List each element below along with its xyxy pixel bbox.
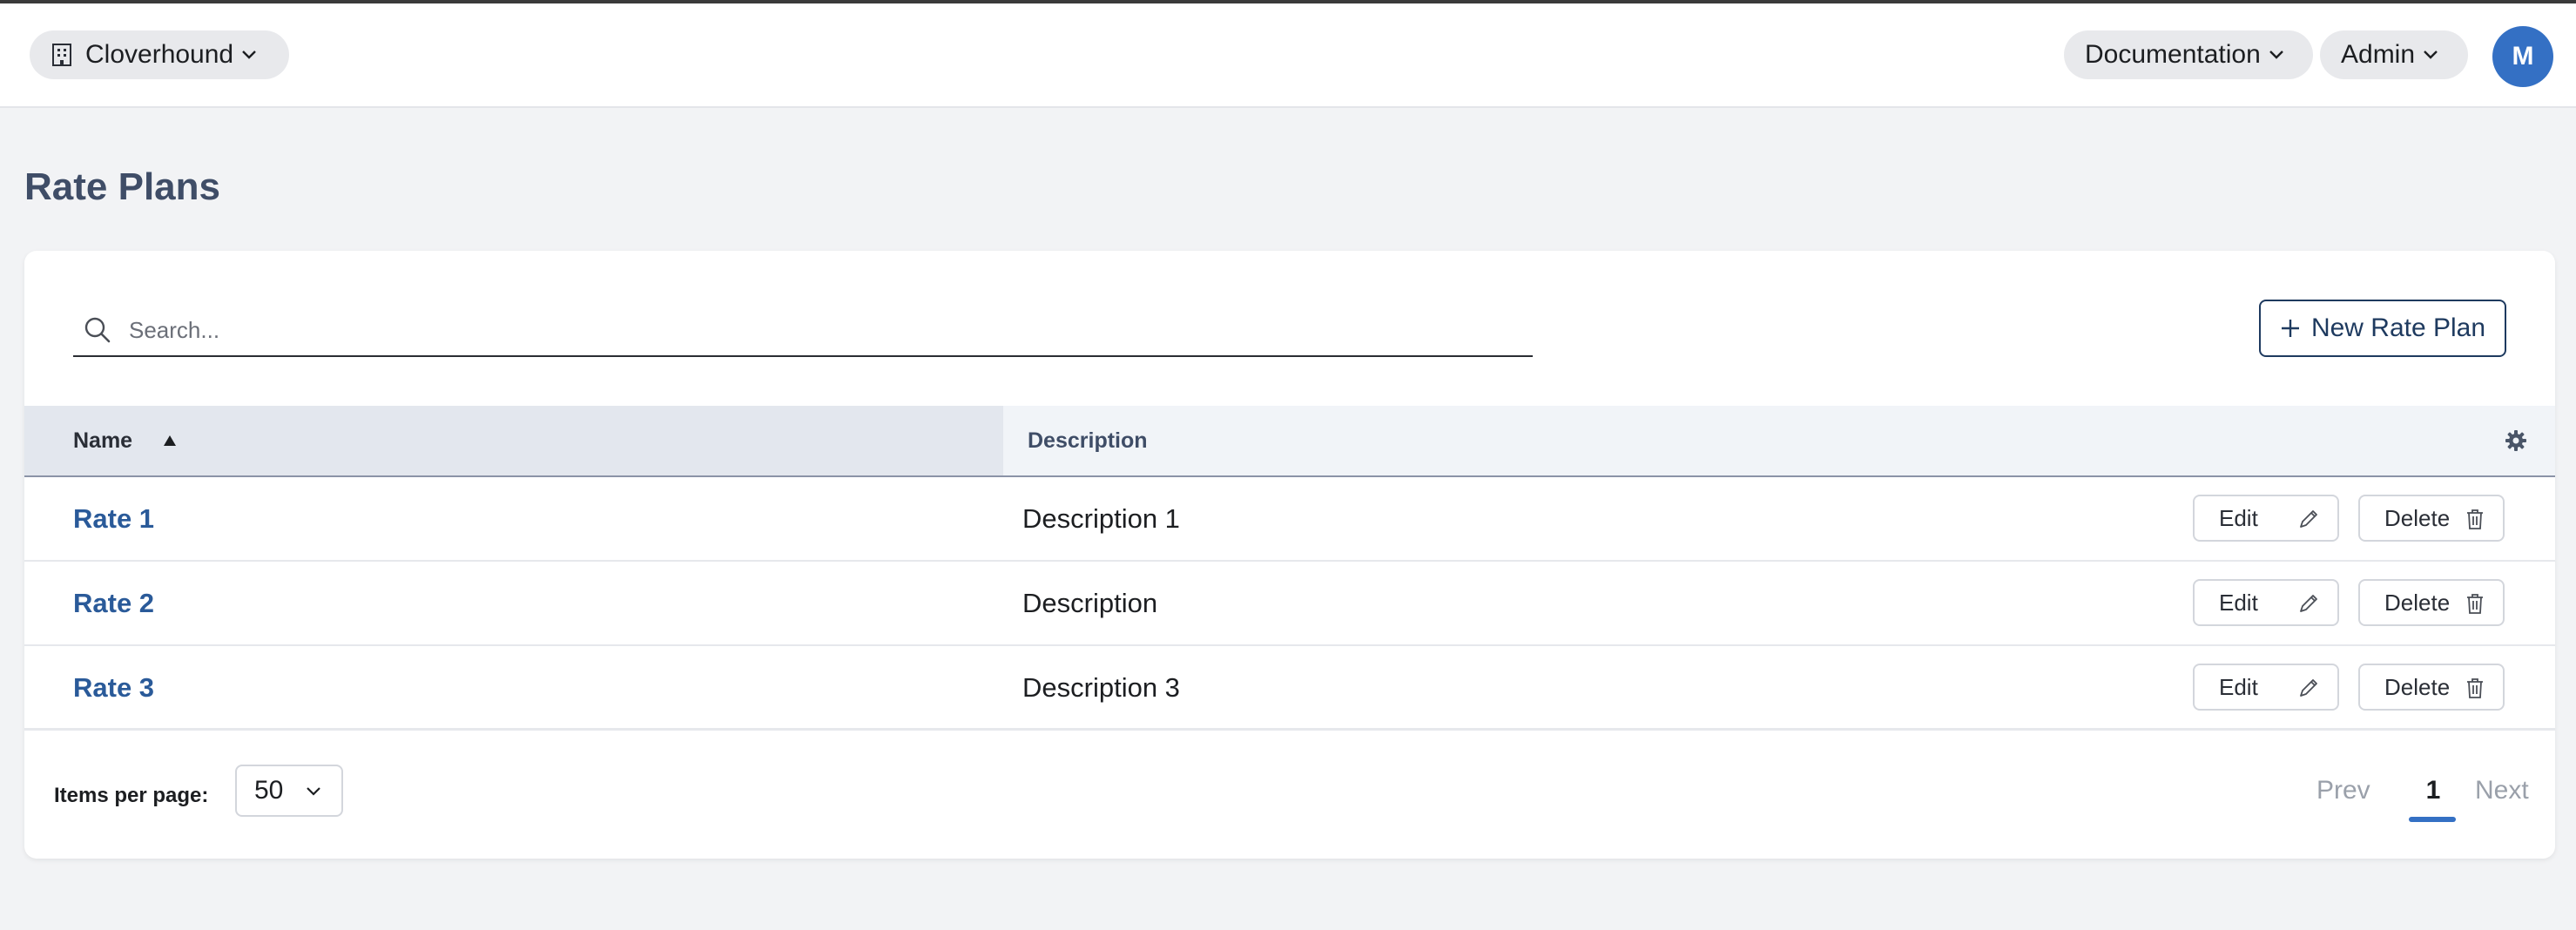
pagination-next[interactable]: Next [2475, 766, 2529, 815]
current-page-indicator [2409, 817, 2456, 822]
items-per-page-value: 50 [254, 776, 284, 805]
documentation-label: Documentation [2085, 40, 2261, 69]
trash-icon [2467, 509, 2483, 529]
org-name: Cloverhound [85, 40, 234, 69]
edit-button[interactable]: Edit [2193, 495, 2339, 542]
column-header-name-label: Name [73, 428, 133, 453]
new-rate-plan-button[interactable]: New Rate Plan [2259, 300, 2506, 357]
delete-button[interactable]: Delete [2358, 495, 2505, 542]
admin-menu[interactable]: Admin [2320, 30, 2468, 79]
admin-label: Admin [2341, 40, 2416, 69]
gear-icon[interactable] [2505, 429, 2527, 452]
table-row: Rate 1 Description 1 Edit Delete [24, 477, 2555, 562]
search-icon [84, 317, 111, 343]
chevron-down-icon [307, 787, 320, 796]
table-header: Name Description [24, 406, 2555, 477]
items-per-page-select[interactable]: 50 [235, 765, 343, 817]
sort-ascending-icon [164, 435, 177, 446]
column-header-description[interactable]: Description [1028, 406, 1148, 475]
search-bar [73, 305, 1533, 357]
pencil-icon [2300, 595, 2317, 612]
chevron-down-icon [242, 51, 256, 59]
new-rate-plan-label: New Rate Plan [2310, 313, 2486, 342]
trash-icon [2467, 594, 2483, 614]
delete-label: Delete [2384, 504, 2451, 531]
building-icon [52, 44, 71, 66]
edit-label: Edit [2219, 673, 2258, 700]
top-bar: Cloverhound Documentation Admin M [0, 3, 2576, 108]
edit-button[interactable]: Edit [2193, 664, 2339, 711]
pagination-prev[interactable]: Prev [2316, 766, 2370, 815]
edit-label: Edit [2219, 504, 2258, 531]
table-footer: Items per page: 50 Prev 1 Next [24, 728, 2555, 859]
rate-plan-name-link[interactable]: Rate 2 [73, 562, 154, 645]
pencil-icon [2300, 679, 2317, 697]
rate-plans-card: New Rate Plan Name Description Rate 1 [24, 251, 2555, 859]
delete-button[interactable]: Delete [2358, 579, 2505, 626]
table-row: Rate 2 Description Edit Delete [24, 562, 2555, 646]
table-row: Rate 3 Description 3 Edit Delete [24, 646, 2555, 731]
rate-plan-description: Description 1 [1022, 503, 1180, 534]
chevron-down-icon [2424, 51, 2438, 59]
page-title: Rate Plans [24, 165, 220, 208]
pencil-icon [2300, 510, 2317, 528]
org-switcher[interactable]: Cloverhound [30, 30, 289, 79]
pagination-page[interactable]: 1 [2409, 766, 2458, 815]
rate-plan-name-link[interactable]: Rate 1 [73, 477, 154, 561]
documentation-menu[interactable]: Documentation [2064, 30, 2313, 79]
rate-plan-description: Description [1022, 588, 1158, 618]
search-input[interactable] [129, 316, 1487, 344]
chevron-down-icon [2269, 51, 2283, 59]
edit-button[interactable]: Edit [2193, 579, 2339, 626]
edit-label: Edit [2219, 589, 2258, 616]
delete-label: Delete [2384, 589, 2451, 616]
delete-label: Delete [2384, 673, 2451, 700]
column-header-name[interactable]: Name [24, 406, 1003, 475]
rate-plan-description: Description 3 [1022, 672, 1180, 703]
items-per-page-label: Items per page: [54, 784, 209, 807]
trash-icon [2467, 678, 2483, 698]
plus-icon [2281, 320, 2299, 337]
rate-plan-name-link[interactable]: Rate 3 [73, 646, 154, 730]
delete-button[interactable]: Delete [2358, 664, 2505, 711]
user-avatar[interactable]: M [2492, 26, 2553, 87]
